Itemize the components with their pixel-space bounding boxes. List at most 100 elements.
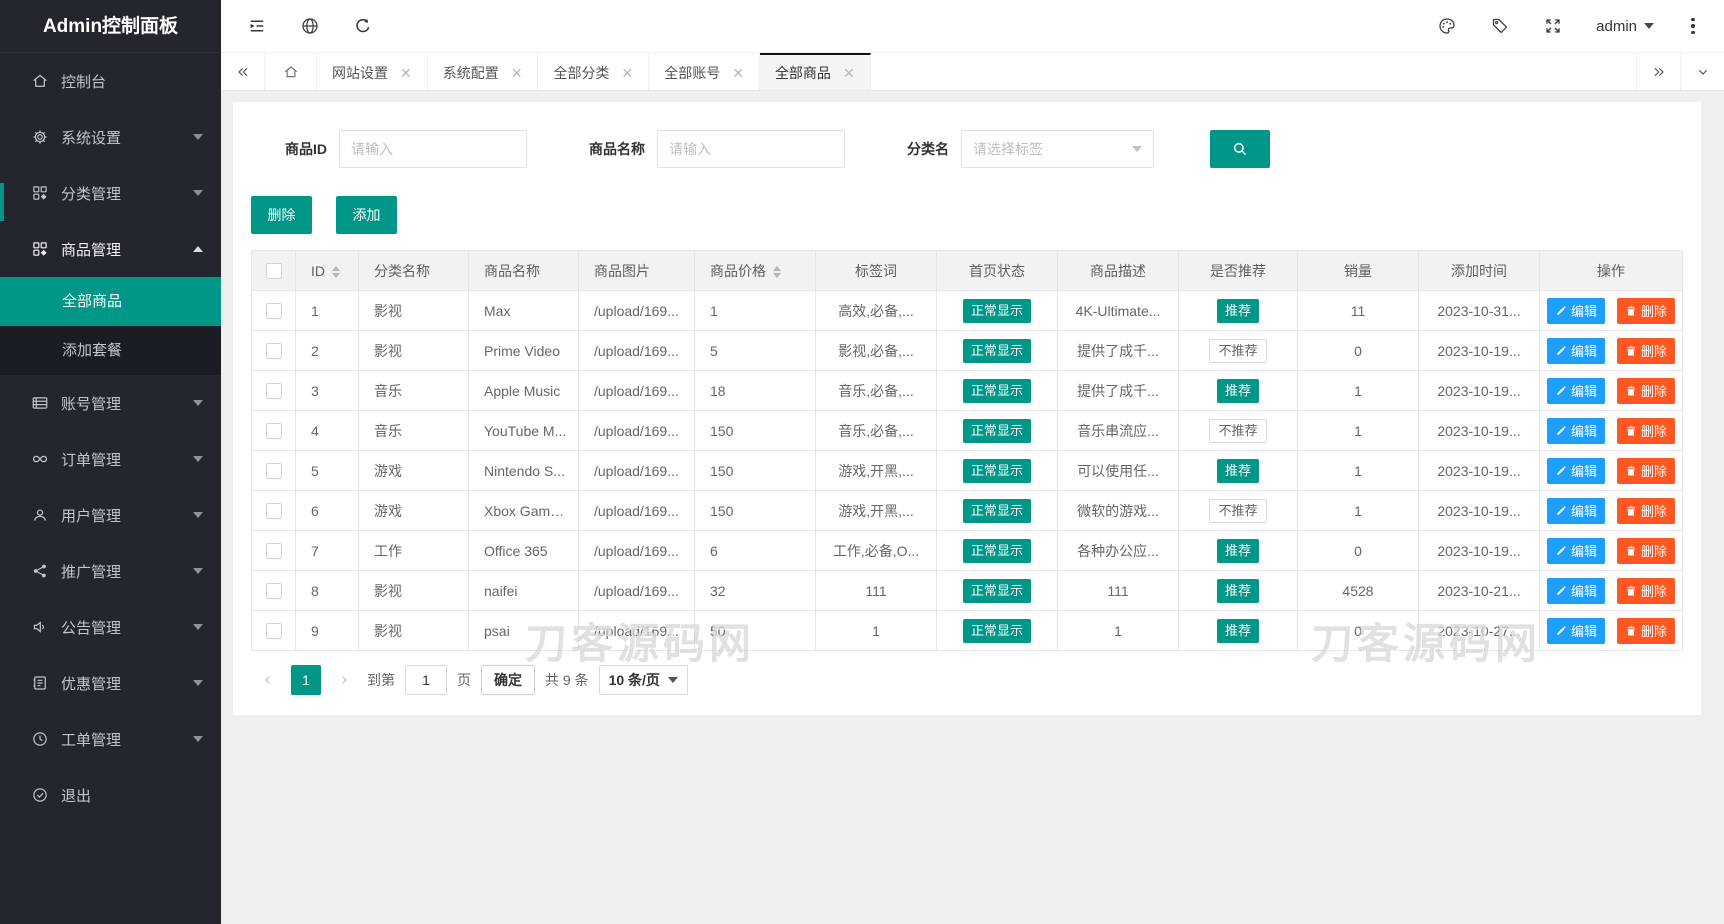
delete-button[interactable]: 删除 [1616,537,1675,564]
confirm-page-button[interactable]: 确定 [481,665,535,695]
page-size-select[interactable]: 10 条/页 [598,665,688,695]
edit-button[interactable]: 编辑 [1547,377,1606,404]
close-icon[interactable]: ✕ [732,66,744,80]
tab-system-config[interactable]: 系统配置 ✕ [428,53,539,90]
delete-button[interactable]: 删除 [1616,297,1675,324]
status-badge[interactable]: 正常显示 [962,618,1031,643]
sort-icon[interactable] [332,265,340,278]
status-badge[interactable]: 正常显示 [962,418,1031,443]
row-checkbox[interactable] [265,503,282,520]
edit-button[interactable]: 编辑 [1547,457,1606,484]
edit-button[interactable]: 编辑 [1547,577,1606,604]
sort-icon[interactable] [773,265,781,278]
close-icon[interactable]: ✕ [511,66,523,80]
delete-button[interactable]: 删除 [1616,417,1675,444]
category-select[interactable]: 请选择标签 [961,130,1154,168]
close-icon[interactable]: ✕ [400,66,412,80]
recommend-badge[interactable]: 不推荐 [1209,418,1267,443]
edit-button[interactable]: 编辑 [1547,417,1606,444]
sidebar-item-ticket-management[interactable]: 工单管理 [0,711,221,767]
tabs-menu-button[interactable] [1680,53,1724,90]
delete-button[interactable]: 删除 [1616,457,1675,484]
user-menu[interactable]: admin [1596,18,1654,35]
collapse-sidebar-icon[interactable] [247,16,267,36]
recommend-badge[interactable]: 推荐 [1216,458,1259,483]
tag-icon[interactable] [1490,16,1510,36]
recommend-badge[interactable]: 推荐 [1216,378,1259,403]
tabs-scroll-right-button[interactable] [1636,53,1680,90]
close-icon[interactable]: ✕ [621,66,633,80]
row-checkbox[interactable] [265,423,282,440]
recommend-badge[interactable]: 推荐 [1216,298,1259,323]
sidebar-item-order-management[interactable]: 订单管理 [0,431,221,487]
row-checkbox[interactable] [265,383,282,400]
sidebar-item-user-management[interactable]: 用户管理 [0,487,221,543]
delete-button[interactable]: 删除 [1616,337,1675,364]
close-icon[interactable]: ✕ [843,66,855,80]
goto-page-input[interactable] [405,665,447,695]
more-options-icon[interactable] [1684,16,1702,36]
recommend-badge[interactable]: 推荐 [1216,618,1259,643]
refresh-icon[interactable] [353,16,373,36]
product-id-input[interactable] [339,130,527,168]
column-price[interactable]: 商品价格 [694,250,816,291]
fullscreen-icon[interactable] [1543,16,1563,36]
delete-selected-button[interactable]: 删除 [251,196,312,234]
status-badge[interactable]: 正常显示 [962,498,1031,523]
row-checkbox[interactable] [265,623,282,640]
sidebar-item-add-package[interactable]: 添加套餐 [0,326,221,375]
next-page-button[interactable] [331,665,357,695]
recommend-badge[interactable]: 推荐 [1216,538,1259,563]
edit-button[interactable]: 编辑 [1547,337,1606,364]
edit-button[interactable]: 编辑 [1547,497,1606,524]
sidebar-item-category-management[interactable]: 分类管理 [0,165,221,221]
edit-button[interactable]: 编辑 [1547,537,1606,564]
add-button[interactable]: 添加 [336,196,397,234]
globe-icon[interactable] [300,16,320,36]
status-badge[interactable]: 正常显示 [962,538,1031,563]
sidebar-item-announcement-management[interactable]: 公告管理 [0,599,221,655]
sidebar-item-product-management[interactable]: 商品管理 [0,221,221,277]
recommend-badge[interactable]: 推荐 [1216,578,1259,603]
sidebar-item-logout[interactable]: 退出 [0,767,221,823]
search-button[interactable] [1210,130,1270,168]
status-badge[interactable]: 正常显示 [962,458,1031,483]
row-checkbox[interactable] [265,583,282,600]
sidebar-item-coupon-management[interactable]: 优惠管理 [0,655,221,711]
product-name-input[interactable] [657,130,845,168]
status-badge[interactable]: 正常显示 [962,378,1031,403]
tab-site-settings[interactable]: 网站设置 ✕ [317,53,428,90]
row-checkbox[interactable] [265,543,282,560]
sidebar-scrollbar[interactable] [0,183,4,221]
edit-button[interactable]: 编辑 [1547,617,1606,644]
edit-button[interactable]: 编辑 [1547,297,1606,324]
prev-page-button[interactable] [255,665,281,695]
delete-button[interactable]: 删除 [1616,617,1675,644]
delete-button[interactable]: 删除 [1616,577,1675,604]
tab-all-accounts[interactable]: 全部账号 ✕ [649,53,760,90]
recommend-badge[interactable]: 不推荐 [1209,498,1267,523]
column-id[interactable]: ID [295,250,359,291]
sidebar-item-all-products[interactable]: 全部商品 [0,277,221,326]
row-checkbox[interactable] [265,463,282,480]
sidebar-item-console[interactable]: 控制台 [0,53,221,109]
row-checkbox[interactable] [265,303,282,320]
tab-all-products[interactable]: 全部商品 ✕ [759,53,871,90]
status-badge[interactable]: 正常显示 [962,298,1031,323]
tab-home[interactable] [265,53,317,90]
theme-palette-icon[interactable] [1437,16,1457,36]
recommend-badge[interactable]: 不推荐 [1209,338,1267,363]
page-number-1[interactable]: 1 [291,665,321,695]
sidebar-item-promotion-management[interactable]: 推广管理 [0,543,221,599]
status-badge[interactable]: 正常显示 [962,578,1031,603]
select-all-checkbox[interactable] [265,263,282,280]
delete-button[interactable]: 删除 [1616,377,1675,404]
row-checkbox[interactable] [265,343,282,360]
delete-button[interactable]: 删除 [1616,497,1675,524]
sidebar-item-account-management[interactable]: 账号管理 [0,375,221,431]
sidebar-item-system-settings[interactable]: 系统设置 [0,109,221,165]
status-badge[interactable]: 正常显示 [962,338,1031,363]
total-count: 共 9 条 [545,672,589,688]
tabs-scroll-left-button[interactable] [221,53,265,90]
tab-all-categories[interactable]: 全部分类 ✕ [538,53,650,90]
